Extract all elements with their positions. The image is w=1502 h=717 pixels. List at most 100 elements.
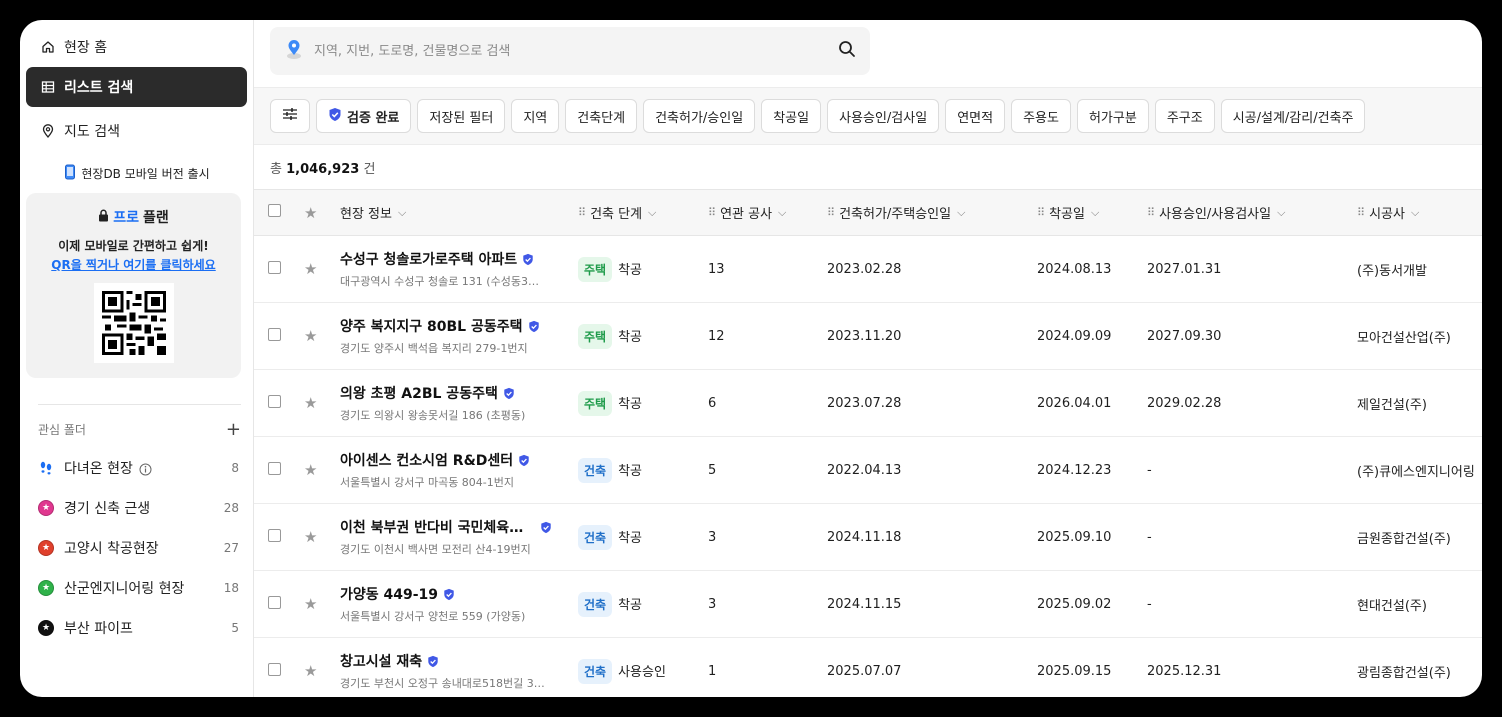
nav-map-search[interactable]: 지도 검색 bbox=[26, 111, 247, 151]
add-folder-button[interactable]: + bbox=[226, 419, 241, 440]
permit-date: 2025.07.07 bbox=[827, 663, 902, 679]
start-date: 2026.04.01 bbox=[1037, 395, 1112, 411]
related-count: 5 bbox=[708, 462, 717, 478]
favorite-star-icon[interactable]: ★ bbox=[304, 327, 317, 345]
table-row[interactable]: ★ 창고시설 재축 경기도 부천시 오정구 송내대로518번길 3… 건축 사용승… bbox=[254, 638, 1482, 698]
filter-permit-type[interactable]: 허가구분 bbox=[1076, 99, 1149, 133]
filter-saved[interactable]: 저장된 필터 bbox=[417, 99, 506, 133]
type-badge: 건축 bbox=[578, 457, 613, 483]
col-related[interactable]: ⠿ 연관 공사 ⌵ bbox=[708, 203, 786, 223]
site-name[interactable]: 양주 복지지구 80BL 공동주택 bbox=[340, 316, 560, 336]
filter-permit-date[interactable]: 건축허가/승인일 bbox=[643, 99, 756, 133]
filter-companies[interactable]: 시공/설계/감리/건축주 bbox=[1220, 99, 1366, 133]
start-date: 2024.09.09 bbox=[1037, 328, 1112, 344]
table-row[interactable]: ★ 이천 북부권 반다비 국민체육센… 경기도 이천시 백사면 모전리 산4-1… bbox=[254, 504, 1482, 571]
verified-shield-icon bbox=[541, 521, 551, 533]
folder-goyang[interactable]: ★ 고양시 착공현장 27 bbox=[20, 528, 253, 568]
col-builder[interactable]: ⠿ 시공사 ⌵ bbox=[1357, 203, 1419, 223]
table-row[interactable]: ★ 양주 복지지구 80BL 공동주택 경기도 양주시 백석읍 복지리 279-… bbox=[254, 303, 1482, 370]
permit-date: 2023.02.28 bbox=[827, 261, 902, 277]
folder-gyeonggi[interactable]: ★ 경기 신축 근생 28 bbox=[20, 488, 253, 528]
folder-sangun[interactable]: ★ 산군엔지니어링 현장 18 bbox=[20, 568, 253, 608]
row-checkbox[interactable] bbox=[268, 595, 281, 609]
filter-floor-area[interactable]: 연면적 bbox=[945, 99, 1006, 133]
related-count: 6 bbox=[708, 395, 717, 411]
select-all-checkbox[interactable] bbox=[268, 204, 281, 217]
row-checkbox[interactable] bbox=[268, 662, 281, 676]
folder-count: 18 bbox=[223, 581, 239, 595]
verified-shield-icon bbox=[444, 588, 454, 600]
row-checkbox[interactable] bbox=[268, 327, 281, 341]
filter-verified[interactable]: 검증 완료 bbox=[316, 99, 412, 133]
type-badge: 건축 bbox=[578, 524, 613, 550]
folder-count: 5 bbox=[231, 621, 239, 635]
start-date: 2025.09.10 bbox=[1037, 529, 1112, 545]
results-table: ★ 현장 정보 ⌵ ⠿ 건축 단계 ⌵ ⠿ 연관 공사 ⌵ ⠿ 건축허가/주택승인일 ⌵ ⠿ 착… bbox=[254, 189, 1482, 697]
search-icon[interactable] bbox=[838, 40, 856, 62]
favorite-star-icon[interactable]: ★ bbox=[304, 260, 317, 278]
nav-list-search[interactable]: 리스트 검색 bbox=[26, 67, 247, 107]
phone-icon bbox=[63, 164, 77, 183]
search-input[interactable] bbox=[314, 43, 838, 59]
site-name[interactable]: 가양동 449-19 bbox=[340, 584, 560, 604]
filter-structure[interactable]: 주구조 bbox=[1154, 99, 1215, 133]
promo-text: 이제 모바일로 간편하고 쉽게! bbox=[58, 239, 209, 253]
site-name[interactable]: 이천 북부권 반다비 국민체육센… bbox=[340, 517, 560, 537]
favorite-star-icon[interactable]: ★ bbox=[304, 595, 317, 613]
filter-approval-date[interactable]: 사용승인/검사일 bbox=[827, 99, 940, 133]
col-permit-date[interactable]: ⠿ 건축허가/주택승인일 ⌵ bbox=[827, 203, 965, 223]
row-checkbox[interactable] bbox=[268, 394, 281, 408]
favorite-star-icon[interactable]: ★ bbox=[304, 461, 317, 479]
folder-star-icon: ★ bbox=[38, 580, 54, 596]
row-checkbox[interactable] bbox=[268, 260, 281, 274]
col-build-stage[interactable]: ⠿ 건축 단계 ⌵ bbox=[578, 203, 656, 223]
approval-date: 2025.12.31 bbox=[1147, 663, 1222, 679]
permit-date: 2023.11.20 bbox=[827, 328, 902, 344]
site-name[interactable]: 수성구 청솔로가로주택 아파트 bbox=[340, 249, 560, 269]
approval-date: 2027.09.30 bbox=[1147, 328, 1222, 344]
mobile-release-link[interactable]: 현장DB 모바일 버전 출시 bbox=[20, 153, 253, 193]
table-row[interactable]: ★ 가양동 449-19 서울특별시 강서구 양천로 559 (가양동) 건축 착… bbox=[254, 571, 1482, 638]
folder-label: 다녀온 현장 bbox=[64, 458, 231, 478]
folder-label: 경기 신축 근생 bbox=[64, 501, 151, 517]
favorite-star-icon[interactable]: ★ bbox=[304, 662, 317, 680]
related-count: 3 bbox=[708, 529, 717, 545]
table-row[interactable]: ★ 아이센스 컨소시엄 R&D센터 서울특별시 강서구 마곡동 804-1번지 … bbox=[254, 437, 1482, 504]
stage-text: 착공 bbox=[618, 530, 643, 546]
folder-label: 고양시 착공현장 bbox=[64, 541, 159, 557]
filter-build-stage[interactable]: 건축단계 bbox=[565, 99, 638, 133]
builder-name: (주)동서개발 bbox=[1357, 263, 1427, 279]
site-name[interactable]: 의왕 초평 A2BL 공동주택 bbox=[340, 383, 560, 403]
qr-code[interactable] bbox=[93, 283, 174, 363]
filter-region[interactable]: 지역 bbox=[511, 99, 560, 133]
table-header: ★ 현장 정보 ⌵ ⠿ 건축 단계 ⌵ ⠿ 연관 공사 ⌵ ⠿ 건축허가/주택승인일 ⌵ ⠿ 착… bbox=[254, 189, 1482, 236]
col-approval-date[interactable]: ⠿ 사용승인/사용검사일 ⌵ bbox=[1147, 203, 1285, 223]
table-row[interactable]: ★ 의왕 초평 A2BL 공동주택 경기도 의왕시 왕송못서길 186 (초평동… bbox=[254, 370, 1482, 437]
filter-main-use[interactable]: 주용도 bbox=[1011, 99, 1071, 133]
favorite-star-icon[interactable]: ★ bbox=[304, 528, 317, 546]
sidebar: 현장 홈 리스트 검색 지도 검색 현장DB 모바일 버전 출시 프로 플랜 이… bbox=[20, 20, 254, 697]
col-site-info[interactable]: 현장 정보 ⌵ bbox=[340, 203, 406, 223]
start-date: 2025.09.15 bbox=[1037, 663, 1112, 679]
site-address: 경기도 부천시 오정구 송내대로518번길 3… bbox=[340, 677, 545, 690]
info-icon[interactable] bbox=[139, 463, 152, 476]
nav-site-home[interactable]: 현장 홈 bbox=[26, 27, 247, 67]
table-row[interactable]: ★ 수성구 청솔로가로주택 아파트 대구광역시 수성구 청솔로 131 (수성동… bbox=[254, 236, 1482, 303]
folder-busan[interactable]: ★ 부산 파이프 5 bbox=[20, 608, 253, 648]
filter-start-date[interactable]: 착공일 bbox=[761, 99, 822, 133]
pro-plan-promo: 프로 플랜 이제 모바일로 간편하고 쉽게! QR을 찍거나 여기를 클릭하세요 bbox=[26, 193, 241, 378]
stage-text: 착공 bbox=[618, 262, 643, 278]
col-start-date[interactable]: ⠿ 착공일 ⌵ bbox=[1037, 203, 1099, 223]
row-checkbox[interactable] bbox=[268, 528, 281, 542]
favorite-star-icon[interactable]: ★ bbox=[304, 394, 317, 412]
folder-visited[interactable]: 다녀온 현장 8 bbox=[20, 448, 253, 488]
site-name[interactable]: 창고시설 재축 bbox=[340, 651, 560, 671]
site-address: 경기도 의왕시 왕송못서길 186 (초평동) bbox=[340, 409, 526, 422]
row-checkbox[interactable] bbox=[268, 461, 281, 475]
main-content: 검증 완료 저장된 필터 지역 건축단계 건축허가/승인일 착공일 사용승인/검… bbox=[254, 20, 1482, 697]
header-star-icon: ★ bbox=[304, 203, 318, 222]
site-name[interactable]: 아이센스 컨소시엄 R&D센터 bbox=[340, 450, 560, 470]
related-count: 13 bbox=[708, 261, 725, 277]
promo-qr-link[interactable]: QR을 찍거나 여기를 클릭하세요 bbox=[26, 256, 241, 273]
filter-settings-button[interactable] bbox=[270, 99, 310, 133]
